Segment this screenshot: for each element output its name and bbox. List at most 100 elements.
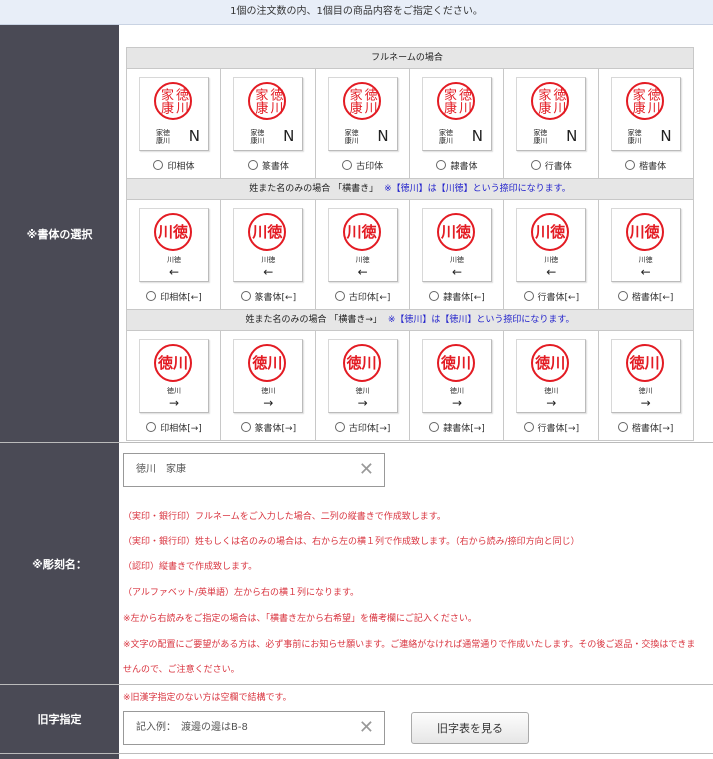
seal-impression: 徳川家康 xyxy=(342,82,381,120)
radio-button[interactable] xyxy=(247,160,258,170)
font-radio-option[interactable]: 隷書体 xyxy=(410,159,504,172)
font-radio-option[interactable]: 印相体 xyxy=(127,159,221,172)
font-option[interactable]: 川徳 川徳 ← 古印体[←] xyxy=(316,200,410,309)
radio-button[interactable] xyxy=(342,160,353,170)
font-radio-option[interactable]: 行書体[→] xyxy=(504,421,598,434)
stamp-direction-text: 川徳 xyxy=(638,256,653,264)
radio-button[interactable] xyxy=(523,422,534,432)
font-option[interactable]: 徳川家康 家徳康川 N 印相体 xyxy=(127,69,222,178)
font-option[interactable]: 徳川家康 家徳康川 N 行書体 xyxy=(504,69,599,178)
clear-icon[interactable]: ✕ xyxy=(359,712,374,744)
stamp-preview[interactable]: 徳川家康 家徳康川 N xyxy=(610,77,681,151)
font-option[interactable]: 徳川家康 家徳康川 N 篆書体 xyxy=(221,69,316,178)
font-radio-option[interactable]: 楷書体[→] xyxy=(599,421,693,434)
font-label: 行書体[→] xyxy=(537,424,580,434)
group-heading-rtl: 姓また名のみの場合 「横書き」 ※【徳川】は【川徳】という捺印になります。 xyxy=(127,179,693,200)
direction-arrow-icon: ← xyxy=(451,265,463,279)
font-option[interactable]: 徳川家康 家徳康川 N 古印体 xyxy=(316,69,410,178)
stamp-direction-text: 徳川 xyxy=(449,387,464,395)
radio-button[interactable] xyxy=(153,160,164,170)
radio-button[interactable] xyxy=(240,422,251,432)
stamp-preview[interactable]: 徳川 徳川 → xyxy=(516,339,587,413)
engrave-name-input[interactable]: 徳川 家康 ✕ xyxy=(123,453,385,487)
radio-button[interactable] xyxy=(146,291,157,301)
group-heading-ltr: 姓また名のみの場合 「横書き→」 ※【徳川】は【徳川】という捺印になります。 xyxy=(127,310,693,331)
font-radio-option[interactable]: 古印体[→] xyxy=(316,421,410,434)
group-heading-text: 姓また名のみの場合 「横書き→」 xyxy=(245,315,382,325)
direction-arrow-icon: → xyxy=(168,396,180,410)
font-section-label: ※書体の選択 xyxy=(26,227,93,241)
font-radio-option[interactable]: 印相体[→] xyxy=(127,421,221,434)
stamp-preview[interactable]: 川徳 川徳 ← xyxy=(139,208,209,282)
stamp-preview[interactable]: 徳川家康 家徳康川 N xyxy=(421,77,492,151)
font-radio-option[interactable]: 隷書体[→] xyxy=(410,421,504,434)
radio-button[interactable] xyxy=(146,422,157,432)
font-radio-option[interactable]: 行書体 xyxy=(504,159,598,172)
stamp-preview[interactable]: 徳川家康 家徳康川 N xyxy=(139,77,209,151)
font-option[interactable]: 川徳 川徳 ← 楷書体[←] xyxy=(599,200,693,309)
radio-button[interactable] xyxy=(429,291,440,301)
font-option[interactable]: 徳川家康 家徳康川 N 楷書体 xyxy=(599,69,693,178)
font-option[interactable]: 徳川 徳川 → 楷書体[→] xyxy=(599,331,693,440)
font-row-full: 徳川家康 家徳康川 N 印相体 徳川家康 家徳康川 N 篆書体 徳川家康 家徳康川 N 古印体 徳川家康… xyxy=(127,69,693,179)
font-radio-option[interactable]: 古印体[←] xyxy=(316,290,410,303)
old-kanji-input[interactable]: 記入例： 渡邊の邊はB-8 ✕ xyxy=(123,711,385,745)
stamp-preview[interactable]: 徳川 徳川 → xyxy=(421,339,492,413)
stamp-direction-text: 徳川 xyxy=(261,387,276,395)
font-option[interactable]: 徳川 徳川 → 印相体[→] xyxy=(127,331,222,440)
font-radio-option[interactable]: 篆書体 xyxy=(221,159,315,172)
stamp-preview[interactable]: 川徳 川徳 ← xyxy=(421,208,492,282)
radio-button[interactable] xyxy=(334,291,345,301)
font-radio-option[interactable]: 篆書体[→] xyxy=(221,421,315,434)
font-option[interactable]: 徳川 徳川 → 篆書体[→] xyxy=(221,331,316,440)
font-radio-option[interactable]: 印相体[←] xyxy=(127,290,221,303)
font-radio-option[interactable]: 隷書体[←] xyxy=(410,290,504,303)
font-option[interactable]: 川徳 川徳 ← 篆書体[←] xyxy=(221,200,316,309)
radio-button[interactable] xyxy=(436,160,447,170)
seal-impression: 徳川 xyxy=(342,344,381,382)
font-label: 行書体[←] xyxy=(537,293,580,303)
radio-button[interactable] xyxy=(617,422,628,432)
seal-impression: 川徳 xyxy=(248,213,287,251)
radio-button[interactable] xyxy=(523,291,534,301)
radio-button[interactable] xyxy=(429,422,440,432)
engrave-section-label-cell: ※彫刻名： xyxy=(0,443,119,684)
stamp-preview[interactable]: 徳川 徳川 → xyxy=(233,339,304,413)
font-radio-option[interactable]: 古印体 xyxy=(316,159,410,172)
stamp-preview[interactable]: 徳川 徳川 → xyxy=(610,339,681,413)
seal-impression: 徳川 xyxy=(154,344,192,382)
clear-icon[interactable]: ✕ xyxy=(359,454,374,486)
font-label: 古印体[←] xyxy=(348,293,391,303)
stamp-preview[interactable]: 徳川 徳川 → xyxy=(139,339,209,413)
font-option[interactable]: 川徳 川徳 ← 印相体[←] xyxy=(127,200,222,309)
stamp-preview[interactable]: 川徳 川徳 ← xyxy=(327,208,398,282)
font-option[interactable]: 徳川家康 家徳康川 N 隷書体 xyxy=(410,69,505,178)
view-old-kanji-button[interactable]: 旧字表を見る xyxy=(411,712,529,744)
radio-button[interactable] xyxy=(240,291,251,301)
engrave-note: せんので、ご注意ください。 xyxy=(123,665,240,675)
stamp-direction-text: 川徳 xyxy=(544,256,559,264)
font-option[interactable]: 徳川 徳川 → 古印体[→] xyxy=(316,331,410,440)
stamp-preview[interactable]: 徳川家康 家徳康川 N xyxy=(516,77,587,151)
radio-button[interactable] xyxy=(617,291,628,301)
stamp-preview[interactable]: 徳川 徳川 → xyxy=(327,339,398,413)
font-option[interactable]: 川徳 川徳 ← 隷書体[←] xyxy=(410,200,505,309)
radio-button[interactable] xyxy=(530,160,541,170)
seal-impression: 徳川家康 xyxy=(625,82,664,120)
font-radio-option[interactable]: 楷書体[←] xyxy=(599,290,693,303)
stamp-preview[interactable]: 川徳 川徳 ← xyxy=(610,208,681,282)
font-radio-option[interactable]: 行書体[←] xyxy=(504,290,598,303)
font-radio-option[interactable]: 楷書体 xyxy=(599,159,693,172)
stamp-preview[interactable]: 川徳 川徳 ← xyxy=(233,208,304,282)
font-option[interactable]: 徳川 徳川 → 隷書体[→] xyxy=(410,331,505,440)
stamp-preview[interactable]: 徳川家康 家徳康川 N xyxy=(233,77,304,151)
font-option[interactable]: 川徳 川徳 ← 行書体[←] xyxy=(504,200,599,309)
font-label: 印相体[←] xyxy=(160,293,202,303)
order-notice-text: 1個の注文数の内、1個目の商品内容をご指定ください。 xyxy=(230,6,483,17)
stamp-preview[interactable]: 川徳 川徳 ← xyxy=(516,208,587,282)
font-radio-option[interactable]: 篆書体[←] xyxy=(221,290,315,303)
radio-button[interactable] xyxy=(625,160,636,170)
font-option[interactable]: 徳川 徳川 → 行書体[→] xyxy=(504,331,599,440)
stamp-preview[interactable]: 徳川家康 家徳康川 N xyxy=(327,77,398,151)
radio-button[interactable] xyxy=(334,422,345,432)
